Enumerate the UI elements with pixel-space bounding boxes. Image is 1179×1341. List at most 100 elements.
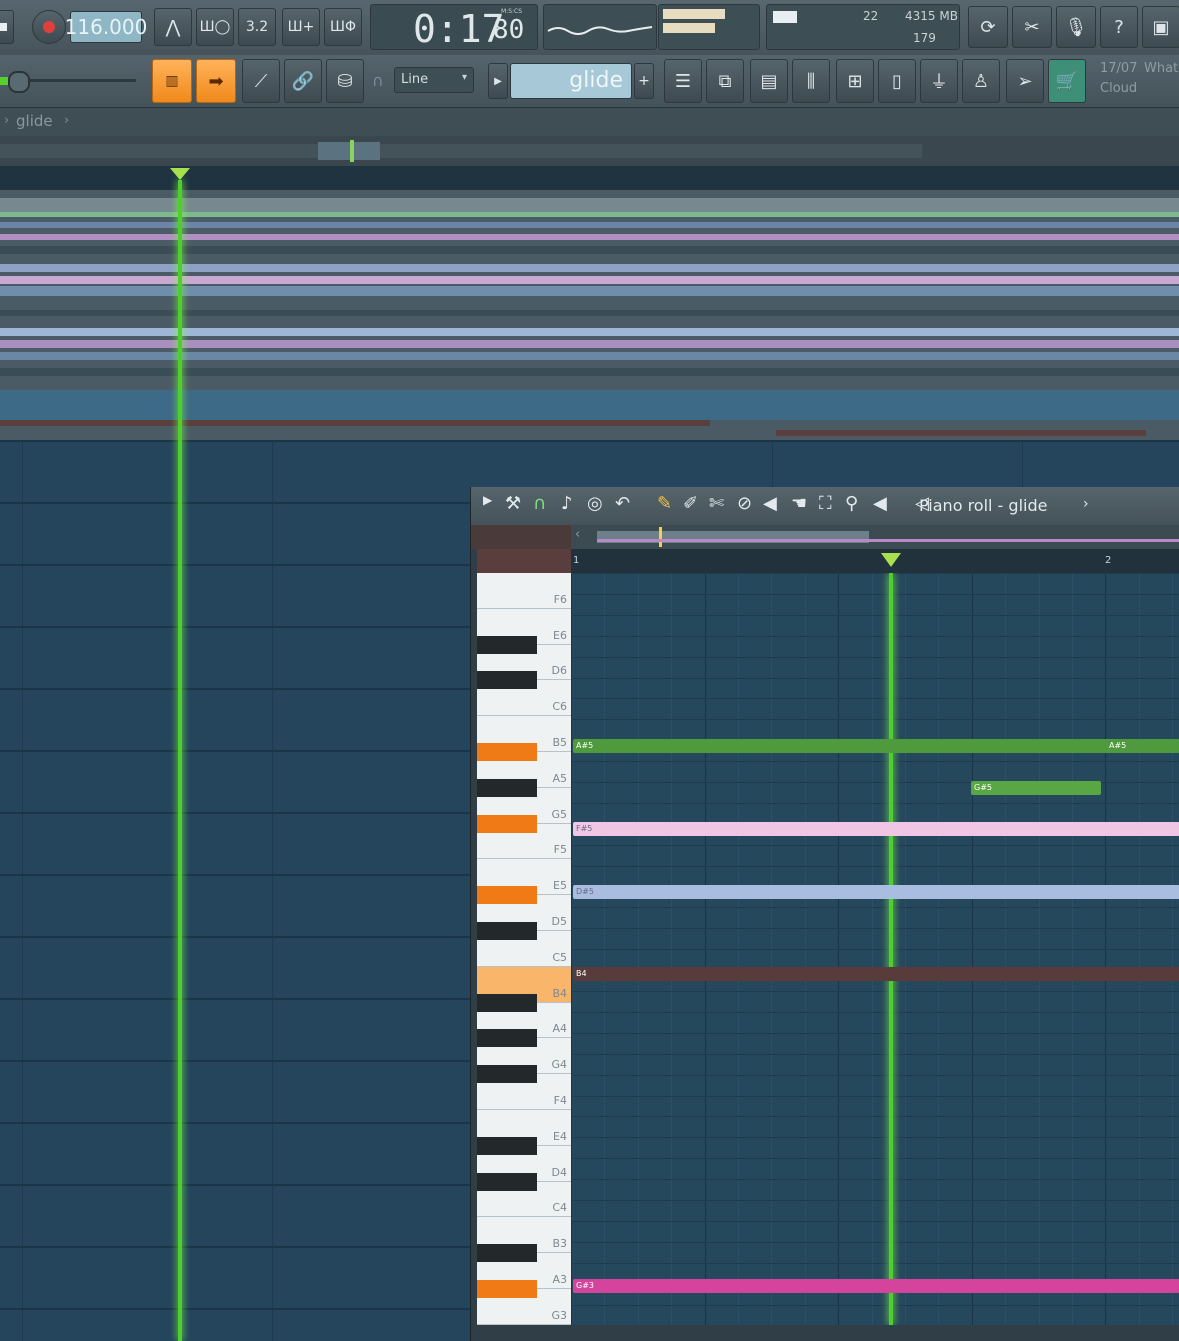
clip-stripe bbox=[0, 340, 1179, 348]
note[interactable]: A#5 A#5 bbox=[573, 739, 1179, 753]
help-button[interactable]: ? bbox=[1100, 6, 1138, 48]
news-text[interactable]: What bbox=[1144, 61, 1178, 76]
piano-roll-grid[interactable]: A#5 A#5 G#5 F#5 D#5 B4 G#3 bbox=[571, 573, 1179, 1325]
time-main: 0:17 bbox=[413, 7, 505, 51]
menu-arrow-icon[interactable]: ▶ bbox=[483, 493, 492, 507]
playlist-button[interactable]: ☰ bbox=[664, 59, 702, 103]
key-label: A5 bbox=[552, 771, 567, 785]
black-key[interactable] bbox=[477, 1244, 537, 1263]
playlist-scrollbar[interactable] bbox=[0, 136, 1179, 166]
save-button[interactable]: ▣ bbox=[1142, 6, 1179, 48]
plugin-button[interactable]: ⏚ bbox=[920, 59, 958, 103]
snap-arrow-button[interactable]: ➡ bbox=[196, 59, 236, 103]
scroll-left-icon[interactable]: ‹ bbox=[575, 527, 580, 542]
clip-stripe bbox=[0, 222, 1179, 228]
tweak-button[interactable]: ➢ bbox=[1006, 59, 1044, 103]
black-key[interactable] bbox=[477, 886, 537, 905]
piano-keyboard[interactable]: F6 E6 D6 C6 B5 A5 G5 F5 E5 D5 C5 B4 A4 G4 F4 E4 D4 C4 B3 A3… bbox=[477, 573, 571, 1325]
target-icon[interactable]: ◎ bbox=[587, 493, 603, 514]
black-key[interactable] bbox=[477, 993, 537, 1012]
black-key[interactable] bbox=[477, 1136, 537, 1155]
black-key[interactable] bbox=[477, 778, 537, 797]
typing-keyboard-button[interactable]: ▥ bbox=[152, 59, 192, 103]
zoom-icon[interactable]: ⚲ bbox=[845, 493, 858, 514]
mute-icon[interactable]: ◀ bbox=[763, 493, 777, 514]
key-label: E6 bbox=[553, 628, 567, 642]
slide-button[interactable]: ⟋ bbox=[242, 59, 280, 103]
undo-icon[interactable]: ↶ bbox=[615, 493, 630, 514]
link-button[interactable]: 🔗 bbox=[284, 59, 322, 103]
scroll-playhead-marker bbox=[659, 527, 662, 547]
pattern-prev-button[interactable]: ▶ bbox=[488, 63, 508, 99]
waveform-icon bbox=[547, 26, 653, 35]
scroll-thumb[interactable] bbox=[318, 142, 380, 160]
performance-button[interactable]: ♙ bbox=[962, 59, 1000, 103]
slice-icon[interactable]: ✄ bbox=[709, 493, 724, 514]
key-label: E4 bbox=[553, 1129, 567, 1143]
wrench-icon[interactable]: ⚒ bbox=[505, 493, 521, 514]
note[interactable]: B4 bbox=[573, 967, 1179, 981]
time-display[interactable]: 0:17 80 M:S:CS bbox=[370, 4, 538, 51]
pattern-selector[interactable]: glide bbox=[510, 63, 632, 99]
stop-button[interactable] bbox=[0, 10, 14, 44]
grid-row-line bbox=[571, 593, 1179, 595]
tempo-display[interactable]: 116.000 bbox=[65, 11, 147, 43]
clip-stripe bbox=[0, 328, 1179, 336]
mixer-button[interactable]: ⫼ bbox=[792, 59, 830, 103]
pencil-icon[interactable]: ✎ bbox=[657, 493, 672, 514]
black-key[interactable] bbox=[477, 814, 537, 833]
add-pattern-button[interactable]: + bbox=[634, 63, 654, 99]
white-key[interactable]: F6 bbox=[477, 573, 571, 609]
black-key[interactable] bbox=[477, 743, 537, 761]
black-key[interactable] bbox=[477, 1280, 537, 1298]
note[interactable]: G#5 bbox=[971, 781, 1101, 795]
black-key[interactable] bbox=[477, 1172, 537, 1191]
record-button[interactable] bbox=[32, 10, 66, 44]
wait-input-button[interactable]: Ш◯ bbox=[196, 8, 234, 46]
piano-roll-ruler[interactable]: 1 2 bbox=[571, 549, 1179, 573]
snap-select[interactable]: Line ▾ bbox=[394, 67, 474, 93]
loop-record-button[interactable]: ШΦ bbox=[324, 8, 362, 46]
clip-stripe bbox=[0, 198, 1179, 212]
playlist-playhead[interactable] bbox=[178, 180, 182, 1341]
browser-button[interactable]: ⊞ bbox=[836, 59, 874, 103]
project-button[interactable]: ▯ bbox=[878, 59, 916, 103]
left-level-bar bbox=[663, 9, 725, 19]
piano-roll-button[interactable]: ⧉ bbox=[706, 59, 744, 103]
note-icon[interactable]: ♪ bbox=[561, 493, 573, 514]
shop-button[interactable]: 🛒 bbox=[1048, 59, 1086, 103]
playlist-time-ruler[interactable] bbox=[0, 166, 1179, 190]
stamp-button[interactable]: ⛁ bbox=[326, 59, 364, 103]
master-volume-knob[interactable] bbox=[8, 71, 30, 93]
countdown-button[interactable]: 3.2 bbox=[238, 8, 276, 46]
paint-brush-icon[interactable]: ✐ bbox=[683, 493, 698, 514]
piano-roll-scrollbar[interactable]: ‹ bbox=[471, 525, 1179, 549]
metronome-button[interactable]: ⋀ bbox=[154, 8, 192, 46]
black-key[interactable] bbox=[477, 671, 537, 690]
piano-roll-playhead[interactable] bbox=[889, 573, 893, 1325]
slip-icon[interactable]: ☚ bbox=[791, 493, 807, 514]
black-key[interactable] bbox=[477, 922, 537, 940]
step-edit-button[interactable]: Ш+ bbox=[282, 8, 320, 46]
piano-roll-toolbar: ▶ ⚒ ∩ ♪ ◎ ↶ ✎ ✐ ✄ ⊘ ◀ ☚ ⛶ ⚲ ◀ ◁ Piano ro… bbox=[471, 487, 1179, 525]
undo-history-button[interactable]: ⟳ bbox=[968, 6, 1008, 48]
select-icon[interactable]: ⛶ bbox=[819, 493, 832, 514]
breadcrumb-label[interactable]: glide bbox=[16, 112, 53, 130]
channel-rack-button[interactable]: ▤ bbox=[750, 59, 788, 103]
grid-row-line bbox=[571, 907, 1179, 909]
black-key[interactable] bbox=[477, 1065, 537, 1084]
audio-input-button[interactable]: 🎙 bbox=[1056, 6, 1096, 48]
delete-icon[interactable]: ⊘ bbox=[737, 493, 752, 514]
right-level-bar bbox=[663, 23, 715, 33]
magnet-icon[interactable]: ∩ bbox=[533, 493, 546, 514]
black-key[interactable] bbox=[477, 635, 537, 654]
save-icon: ▣ bbox=[1152, 16, 1170, 38]
note[interactable]: F#5 bbox=[573, 822, 1179, 836]
playhead-marker-icon[interactable] bbox=[881, 553, 901, 569]
note[interactable]: G#3 bbox=[573, 1279, 1179, 1293]
playback-icon[interactable]: ◀ bbox=[873, 493, 887, 514]
note[interactable]: D#5 bbox=[573, 885, 1179, 899]
grid-row-line bbox=[571, 1011, 1179, 1013]
black-key[interactable] bbox=[477, 1029, 537, 1048]
cut-button[interactable]: ✂ bbox=[1012, 6, 1052, 48]
